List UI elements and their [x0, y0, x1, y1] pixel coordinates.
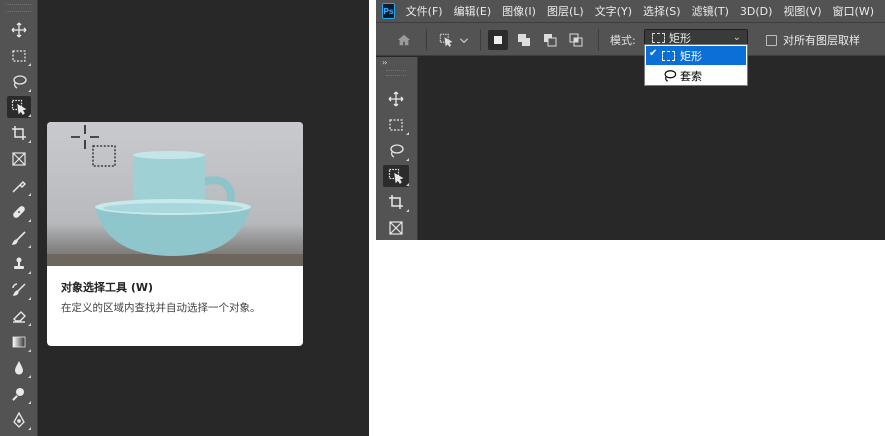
tool-preset-icon[interactable]	[436, 30, 456, 50]
mode-dropdown-menu: ✔ 矩形 套索	[644, 44, 748, 86]
left-workspace: 对象选择工具 (W) 在定义的区域内查找并自动选择一个对象。	[0, 0, 369, 436]
move-icon[interactable]	[383, 88, 409, 110]
tooltip-title: 对象选择工具 (W)	[61, 281, 154, 294]
dropdown-option-lasso[interactable]: 套索	[646, 66, 746, 85]
panel-grip[interactable]	[386, 70, 406, 76]
brush-icon[interactable]	[7, 227, 31, 249]
clone-stamp-icon[interactable]	[7, 253, 31, 275]
marquee-icon[interactable]	[383, 114, 409, 136]
menu-layer[interactable]: 图层(L)	[547, 3, 584, 19]
object-selection-icon[interactable]	[383, 165, 409, 187]
frame-icon[interactable]	[7, 148, 31, 170]
eyedropper-icon[interactable]	[7, 175, 31, 197]
menu-view[interactable]: 视图(V)	[783, 3, 821, 19]
right-workspace: Ps 文件(F) 编辑(E) 图像(I) 图层(L) 文字(Y) 选择(S) 滤…	[376, 0, 885, 240]
dropdown-option-label: 矩形	[680, 49, 702, 63]
healing-brush-icon[interactable]	[7, 201, 31, 223]
chevron-down-icon: ⌄	[732, 32, 741, 43]
sample-all-layers-checkbox[interactable]	[766, 35, 777, 46]
lasso-icon[interactable]	[383, 140, 409, 162]
dropdown-option-label: 套索	[680, 69, 702, 83]
intersect-selection-button[interactable]	[566, 30, 586, 50]
rectangle-marquee-icon	[652, 33, 665, 43]
move-icon[interactable]	[7, 19, 31, 41]
menu-type[interactable]: 文字(Y)	[595, 3, 632, 19]
blur-icon[interactable]	[7, 357, 31, 379]
new-selection-button[interactable]	[488, 30, 508, 50]
pen-icon[interactable]	[7, 409, 31, 431]
tools-panel-collapsed: ››	[376, 57, 418, 240]
frame-icon[interactable]	[383, 217, 409, 239]
menu-file[interactable]: 文件(F)	[406, 3, 443, 19]
rectangle-marquee-icon	[662, 50, 675, 61]
cup-bowl-illustration	[47, 125, 303, 266]
home-icon[interactable]	[394, 30, 414, 50]
photoshop-logo[interactable]: Ps	[382, 3, 395, 19]
menu-select[interactable]: 选择(S)	[643, 3, 681, 19]
history-brush-icon[interactable]	[7, 279, 31, 301]
marquee-icon[interactable]	[7, 45, 31, 67]
tooltip-description: 在定义的区域内查找并自动选择一个对象。	[61, 302, 261, 314]
sample-all-layers-label[interactable]: 对所有图层取样	[783, 32, 860, 48]
eraser-icon[interactable]	[7, 305, 31, 327]
menu-filter[interactable]: 滤镜(T)	[692, 3, 729, 19]
tool-tooltip: 对象选择工具 (W) 在定义的区域内查找并自动选择一个对象。	[47, 122, 303, 346]
subtract-from-selection-button[interactable]	[540, 30, 560, 50]
add-to-selection-button[interactable]	[514, 30, 534, 50]
menu-3d[interactable]: 3D(D)	[740, 5, 773, 18]
tools-panel	[0, 0, 38, 436]
object-selection-icon[interactable]	[7, 96, 31, 118]
lasso-icon[interactable]	[7, 71, 31, 93]
crop-icon[interactable]	[7, 122, 31, 144]
options-bar: 模式: 矩形 ⌄ 对所有图层取样	[376, 22, 885, 56]
dodge-icon[interactable]	[7, 383, 31, 405]
mode-label: 模式:	[610, 34, 636, 47]
tooltip-preview-image	[47, 122, 303, 266]
lasso-icon	[664, 69, 677, 82]
chevron-down-icon[interactable]	[458, 30, 470, 50]
menu-bar: Ps 文件(F) 编辑(E) 图像(I) 图层(L) 文字(Y) 选择(S) 滤…	[376, 0, 885, 22]
expand-panel-icon[interactable]: ››	[382, 58, 388, 67]
menu-edit[interactable]: 编辑(E)	[454, 3, 492, 19]
menu-window[interactable]: 窗口(W)	[833, 3, 874, 19]
gradient-icon[interactable]	[7, 331, 31, 353]
menu-image[interactable]: 图像(I)	[502, 3, 536, 19]
checkmark-icon: ✔	[649, 48, 658, 59]
panel-grip[interactable]	[6, 4, 31, 12]
crop-icon[interactable]	[383, 191, 409, 213]
dropdown-option-rectangle[interactable]: ✔ 矩形	[646, 46, 746, 65]
